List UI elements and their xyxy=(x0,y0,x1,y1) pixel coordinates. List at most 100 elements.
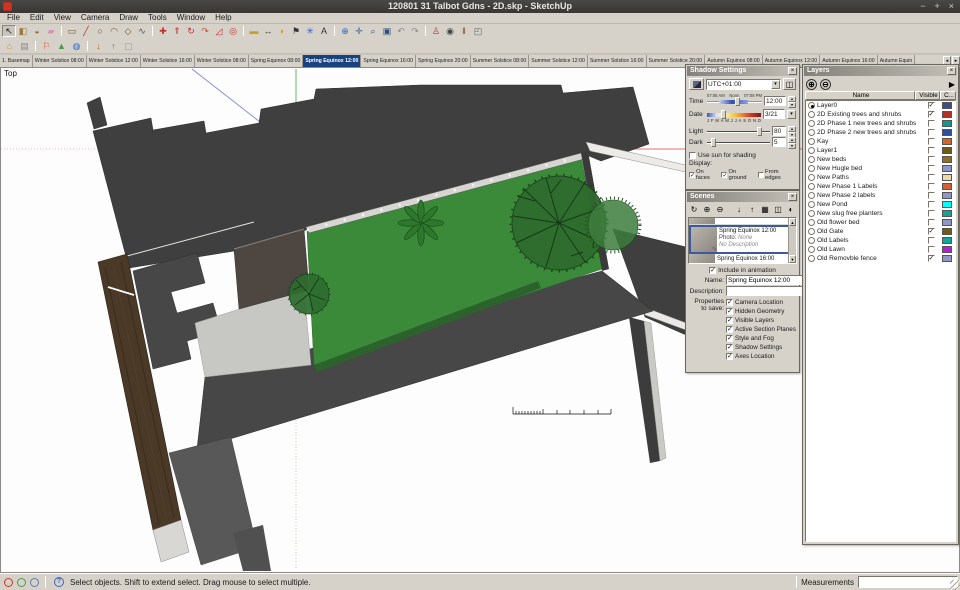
layer-visible-checkbox[interactable] xyxy=(927,219,935,226)
layer-current-radio[interactable] xyxy=(808,201,815,208)
building-sliver-northwest[interactable] xyxy=(86,96,108,130)
color-column-header[interactable]: C... xyxy=(940,91,956,100)
layer-color-swatch[interactable] xyxy=(942,246,952,253)
shadow-panel-titlebar[interactable]: Shadow Settings × xyxy=(687,66,798,76)
layer-color-swatch[interactable] xyxy=(942,147,952,154)
rectangle-icon[interactable]: ▭ xyxy=(65,25,79,37)
dark-spinner[interactable]: ▴ ▾ xyxy=(788,137,796,149)
light-slider-handle[interactable] xyxy=(757,126,763,136)
layer-current-radio[interactable] xyxy=(808,183,815,190)
look-around-icon[interactable]: ◉ xyxy=(443,25,457,37)
layer-visible-checkbox[interactable] xyxy=(927,228,935,235)
freehand-icon[interactable]: ∿ xyxy=(135,25,149,37)
layer-visible-checkbox[interactable] xyxy=(927,147,935,154)
layer-row[interactable]: Old Labels xyxy=(806,236,955,245)
next-icon[interactable]: ↷ xyxy=(408,25,422,37)
layer-visible-checkbox[interactable] xyxy=(927,174,935,181)
display-shadows-button[interactable]: ◫ xyxy=(783,78,796,90)
use-sun-checkbox[interactable] xyxy=(689,152,696,159)
layers-panel-close-icon[interactable]: × xyxy=(947,67,956,75)
layer-color-swatch[interactable] xyxy=(942,120,952,127)
dark-spin-down-icon[interactable]: ▾ xyxy=(788,143,796,149)
scene-tab-4[interactable]: Winter Solstice 16:00 xyxy=(141,55,195,67)
layer-row[interactable]: Layer0 xyxy=(806,101,955,110)
scene-tab-10[interactable]: Summer Solstice 08:00 xyxy=(471,55,530,67)
scene-list-scrollbar[interactable]: ▲ ▼ xyxy=(788,218,796,263)
layer-visible-checkbox[interactable] xyxy=(927,201,935,208)
close-button[interactable]: × xyxy=(949,0,954,13)
scene-tab-1[interactable]: 1. Basemap xyxy=(0,55,33,67)
toggle-terrain-icon[interactable]: ▲ xyxy=(54,39,69,52)
share-component-icon[interactable]: ▢ xyxy=(121,39,136,52)
layer-current-radio[interactable] xyxy=(808,147,815,154)
scene-tab-6[interactable]: Spring Equinox 08:00 xyxy=(249,55,304,67)
photo-textures-icon[interactable]: ▤ xyxy=(17,39,32,52)
measurements-input[interactable] xyxy=(858,576,958,588)
visible-column-header[interactable]: Visible xyxy=(915,91,940,100)
layer-color-swatch[interactable] xyxy=(942,111,952,118)
property-checkbox[interactable] xyxy=(726,299,733,306)
add-new-building-icon[interactable]: ⌂ xyxy=(2,39,17,52)
add-location-icon[interactable]: ⚐ xyxy=(39,39,54,52)
eraser-icon[interactable]: ▰ xyxy=(44,25,58,37)
layer-color-swatch[interactable] xyxy=(942,156,952,163)
credits-status-icon[interactable] xyxy=(17,577,26,587)
layer-color-swatch[interactable] xyxy=(942,192,952,199)
menu-camera[interactable]: Camera xyxy=(76,13,114,23)
update-scene-icon[interactable]: ↻ xyxy=(688,204,700,216)
property-checkbox[interactable] xyxy=(726,335,733,342)
layer-row[interactable]: Old Removble fence xyxy=(806,254,955,263)
dark-slider-handle[interactable] xyxy=(710,137,716,147)
layer-current-radio[interactable] xyxy=(808,228,815,235)
toggle-shadows-button[interactable] xyxy=(689,78,704,90)
scene-tab-7[interactable]: Spring Equinox 12:00 xyxy=(303,55,362,67)
layer-color-swatch[interactable] xyxy=(942,165,952,172)
position-camera-icon[interactable]: ♙ xyxy=(429,25,443,37)
menu-tools[interactable]: Tools xyxy=(143,13,172,23)
include-in-animation-checkbox[interactable] xyxy=(709,267,717,274)
layer-current-radio[interactable] xyxy=(808,219,815,226)
layer-color-swatch[interactable] xyxy=(942,129,952,136)
text-icon[interactable]: ⚑ xyxy=(289,25,303,37)
layer-color-swatch[interactable] xyxy=(942,210,952,217)
layer-visible-checkbox[interactable] xyxy=(927,120,935,127)
scene-item-partial-top[interactable] xyxy=(689,218,796,225)
layer-visible-checkbox[interactable] xyxy=(927,192,935,199)
axes-icon[interactable]: ✳ xyxy=(303,25,317,37)
property-checkbox[interactable] xyxy=(726,353,733,360)
dark-field[interactable]: 5 xyxy=(772,137,786,147)
layer-color-swatch[interactable] xyxy=(942,219,952,226)
layer-row[interactable]: New Hugle bed xyxy=(806,164,955,173)
line-icon[interactable]: ╱ xyxy=(79,25,93,37)
follow-me-icon[interactable]: ↷ xyxy=(198,25,212,37)
add-layer-icon[interactable]: ⊕ xyxy=(806,78,817,90)
property-checkbox[interactable] xyxy=(726,344,733,351)
move-scene-down-icon[interactable]: ↓ xyxy=(733,204,745,216)
3d-text-icon[interactable]: A xyxy=(317,25,331,37)
layer-row[interactable]: Old Gate xyxy=(806,227,955,236)
property-checkbox[interactable] xyxy=(726,308,733,315)
layer-color-swatch[interactable] xyxy=(942,237,952,244)
share-models-icon[interactable]: ↑ xyxy=(106,39,121,52)
layer-visible-checkbox[interactable] xyxy=(927,255,935,262)
layer-current-radio[interactable] xyxy=(808,120,815,127)
layer-current-radio[interactable] xyxy=(808,156,815,163)
circle-icon[interactable]: ○ xyxy=(93,25,107,37)
date-dropdown-icon[interactable]: ▾ xyxy=(787,109,796,119)
layer-current-radio[interactable] xyxy=(808,192,815,199)
layer-row[interactable]: Layer1 xyxy=(806,146,955,155)
section-plane-icon[interactable]: ◰ xyxy=(471,25,485,37)
menu-draw[interactable]: Draw xyxy=(114,13,143,23)
layer-row[interactable]: New beds xyxy=(806,155,955,164)
select-icon[interactable]: ↖ xyxy=(2,25,16,37)
layer-color-swatch[interactable] xyxy=(942,255,952,262)
arc-icon[interactable]: ◠ xyxy=(107,25,121,37)
scene-tab-8[interactable]: Spring Equinox 16:00 xyxy=(361,55,417,67)
menu-help[interactable]: Help xyxy=(210,13,236,23)
property-checkbox[interactable] xyxy=(726,317,733,324)
scene-tab-5[interactable]: Winter Solstice 08:00 xyxy=(195,55,249,67)
show-details-icon[interactable]: ◫ xyxy=(772,204,784,216)
view-options-icon[interactable]: ▦ xyxy=(759,204,771,216)
layer-color-swatch[interactable] xyxy=(942,102,952,109)
layer-color-swatch[interactable] xyxy=(942,138,952,145)
